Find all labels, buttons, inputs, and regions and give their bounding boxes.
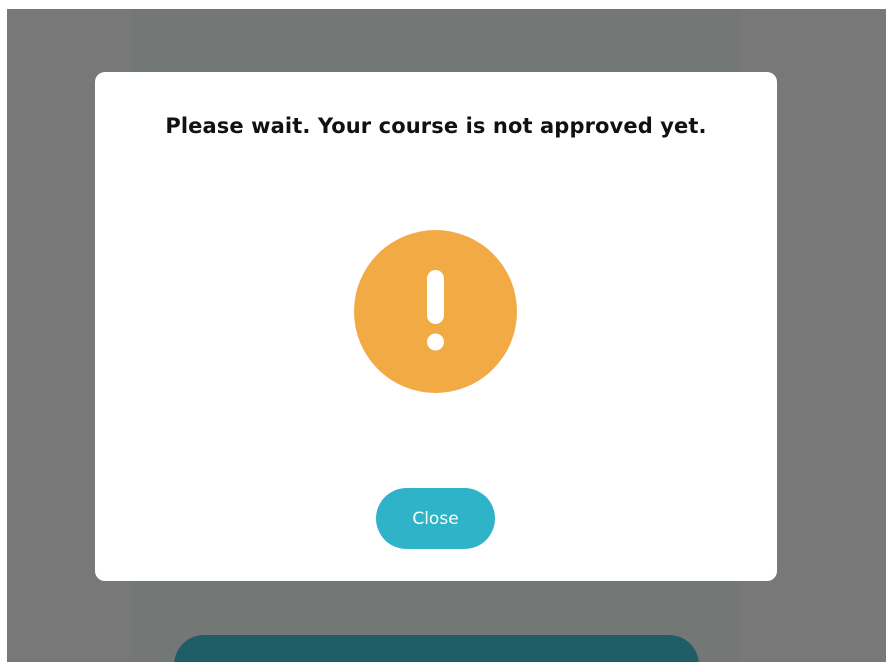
- dialog-title: Please wait. Your course is not approved…: [165, 114, 707, 138]
- submit-button[interactable]: Submit: [174, 635, 699, 662]
- close-button[interactable]: Close: [376, 488, 495, 549]
- alert-dialog: Please wait. Your course is not approved…: [95, 72, 777, 581]
- exclamation-warning-icon: [354, 230, 517, 393]
